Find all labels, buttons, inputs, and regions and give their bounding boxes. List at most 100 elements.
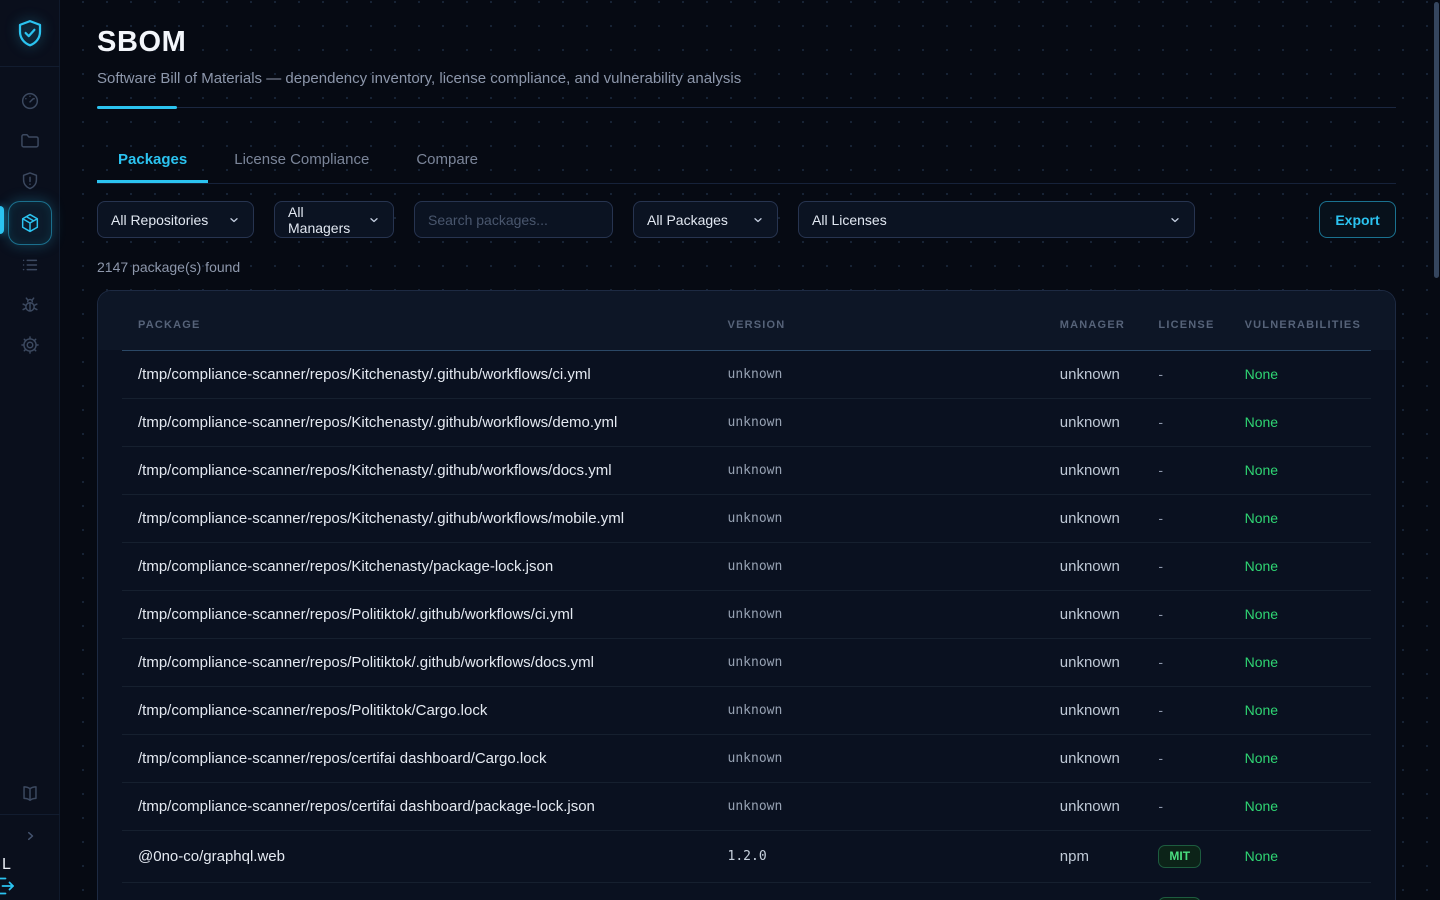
sidebar-item-policies[interactable] — [8, 245, 52, 285]
managers-select[interactable]: All Managers — [274, 201, 394, 238]
repositories-select[interactable]: All Repositories — [97, 201, 254, 238]
chevron-down-icon — [1169, 214, 1181, 226]
export-button[interactable]: Export — [1319, 201, 1396, 238]
chevron-down-icon — [752, 214, 764, 226]
license-badge: MIT — [1158, 845, 1201, 868]
sidebar — [0, 0, 60, 900]
table-header-row: PACKAGE VERSION MANAGER LICENSE VULNERAB… — [122, 291, 1371, 350]
cell-license: - — [1142, 590, 1228, 638]
table-body: /tmp/compliance-scanner/repos/Kitchenast… — [122, 350, 1371, 900]
sidebar-nav — [0, 81, 59, 365]
app-logo[interactable] — [0, 0, 60, 67]
folder-icon — [19, 130, 41, 152]
cell-package: /tmp/compliance-scanner/repos/Politiktok… — [122, 590, 712, 638]
search-input[interactable] — [414, 201, 613, 238]
tab-packages[interactable]: Packages — [97, 140, 208, 183]
cell-manager: unknown — [1044, 542, 1143, 590]
cell-version: unknown — [712, 350, 1044, 398]
cell-version: unknown — [712, 782, 1044, 830]
cell-vulnerabilities: None — [1229, 638, 1371, 686]
active-nav-indicator — [0, 206, 4, 234]
chevron-right-icon — [20, 826, 40, 846]
license-badge: MIT — [1158, 897, 1201, 900]
cell-version: unknown — [712, 590, 1044, 638]
cell-version: 5.2.0 — [712, 882, 1044, 900]
cell-manager: unknown — [1044, 350, 1143, 398]
page-subtitle: Software Bill of Materials — dependency … — [97, 70, 1396, 87]
cell-license: - — [1142, 542, 1228, 590]
cell-vulnerabilities: None — [1229, 734, 1371, 782]
packages-table: PACKAGE VERSION MANAGER LICENSE VULNERAB… — [122, 291, 1371, 900]
cell-vulnerabilities: None — [1229, 542, 1371, 590]
cell-license: - — [1142, 638, 1228, 686]
cell-license: - — [1142, 686, 1228, 734]
cell-package: /tmp/compliance-scanner/repos/certifai d… — [122, 782, 712, 830]
cell-license: - — [1142, 782, 1228, 830]
divider — [0, 814, 60, 815]
page-title: SBOM — [97, 26, 1396, 59]
header-rule — [97, 106, 1396, 109]
cell-license: - — [1142, 398, 1228, 446]
column-header-version: VERSION — [712, 291, 1044, 350]
cell-manager: unknown — [1044, 590, 1143, 638]
cell-license: - — [1142, 446, 1228, 494]
table-row: @alloc/quick-lru 5.2.0 npm MIT None — [122, 882, 1371, 900]
table-row: @0no-co/graphql.web 1.2.0 npm MIT None — [122, 830, 1371, 882]
cell-manager: unknown — [1044, 494, 1143, 542]
sidebar-bottom — [0, 774, 59, 856]
packages-select-value: All Packages — [647, 212, 728, 228]
tab-compare[interactable]: Compare — [395, 140, 499, 183]
package-icon — [19, 212, 41, 234]
licenses-select[interactable]: All Licenses — [798, 201, 1195, 238]
vertical-scrollbar[interactable] — [1434, 2, 1439, 278]
cell-vulnerabilities: None — [1229, 350, 1371, 398]
cell-manager: unknown — [1044, 446, 1143, 494]
cell-license: MIT — [1142, 830, 1228, 882]
licenses-select-value: All Licenses — [812, 212, 887, 228]
list-icon — [19, 254, 41, 276]
table-row: /tmp/compliance-scanner/repos/certifai d… — [122, 734, 1371, 782]
cell-manager: unknown — [1044, 686, 1143, 734]
packages-select[interactable]: All Packages — [633, 201, 778, 238]
rule-accent — [97, 106, 177, 109]
logout-icon[interactable] — [0, 874, 17, 898]
tabs: PackagesLicense ComplianceCompare — [97, 140, 1396, 184]
bug-icon — [19, 294, 41, 316]
gauge-icon — [19, 90, 41, 112]
cell-package: /tmp/compliance-scanner/repos/Kitchenast… — [122, 542, 712, 590]
cell-manager: npm — [1044, 882, 1143, 900]
table-row: /tmp/compliance-scanner/repos/Kitchenast… — [122, 350, 1371, 398]
sidebar-item-sbom[interactable] — [8, 201, 52, 245]
rule-line — [97, 107, 1396, 108]
repositories-select-value: All Repositories — [111, 212, 208, 228]
sidebar-item-docs[interactable] — [8, 774, 52, 814]
cell-package: /tmp/compliance-scanner/repos/Kitchenast… — [122, 398, 712, 446]
tab-license-compliance[interactable]: License Compliance — [213, 140, 390, 183]
cell-package: @alloc/quick-lru — [122, 882, 712, 900]
table-row: /tmp/compliance-scanner/repos/certifai d… — [122, 782, 1371, 830]
cell-vulnerabilities: None — [1229, 830, 1371, 882]
cell-vulnerabilities: None — [1229, 494, 1371, 542]
cell-package: /tmp/compliance-scanner/repos/certifai d… — [122, 734, 712, 782]
sidebar-item-issues[interactable] — [8, 285, 52, 325]
cell-manager: unknown — [1044, 782, 1143, 830]
cell-package: /tmp/compliance-scanner/repos/Kitchenast… — [122, 494, 712, 542]
cell-version: unknown — [712, 542, 1044, 590]
cell-vulnerabilities: None — [1229, 782, 1371, 830]
cell-manager: unknown — [1044, 638, 1143, 686]
cell-version: unknown — [712, 446, 1044, 494]
cell-version: unknown — [712, 398, 1044, 446]
sidebar-item-dashboard[interactable] — [8, 81, 52, 121]
cell-package: @0no-co/graphql.web — [122, 830, 712, 882]
sidebar-item-vulnerabilities[interactable] — [8, 161, 52, 201]
cell-license: MIT — [1142, 882, 1228, 900]
table-row: /tmp/compliance-scanner/repos/Politiktok… — [122, 590, 1371, 638]
table-row: /tmp/compliance-scanner/repos/Politiktok… — [122, 686, 1371, 734]
table-row: /tmp/compliance-scanner/repos/Politiktok… — [122, 638, 1371, 686]
filter-bar: All Repositories All Managers All Packag… — [97, 201, 1396, 238]
table-row: /tmp/compliance-scanner/repos/Kitchenast… — [122, 494, 1371, 542]
sidebar-collapse-button[interactable] — [8, 816, 52, 856]
sidebar-item-settings[interactable] — [8, 325, 52, 365]
cell-manager: unknown — [1044, 398, 1143, 446]
sidebar-item-repositories[interactable] — [8, 121, 52, 161]
